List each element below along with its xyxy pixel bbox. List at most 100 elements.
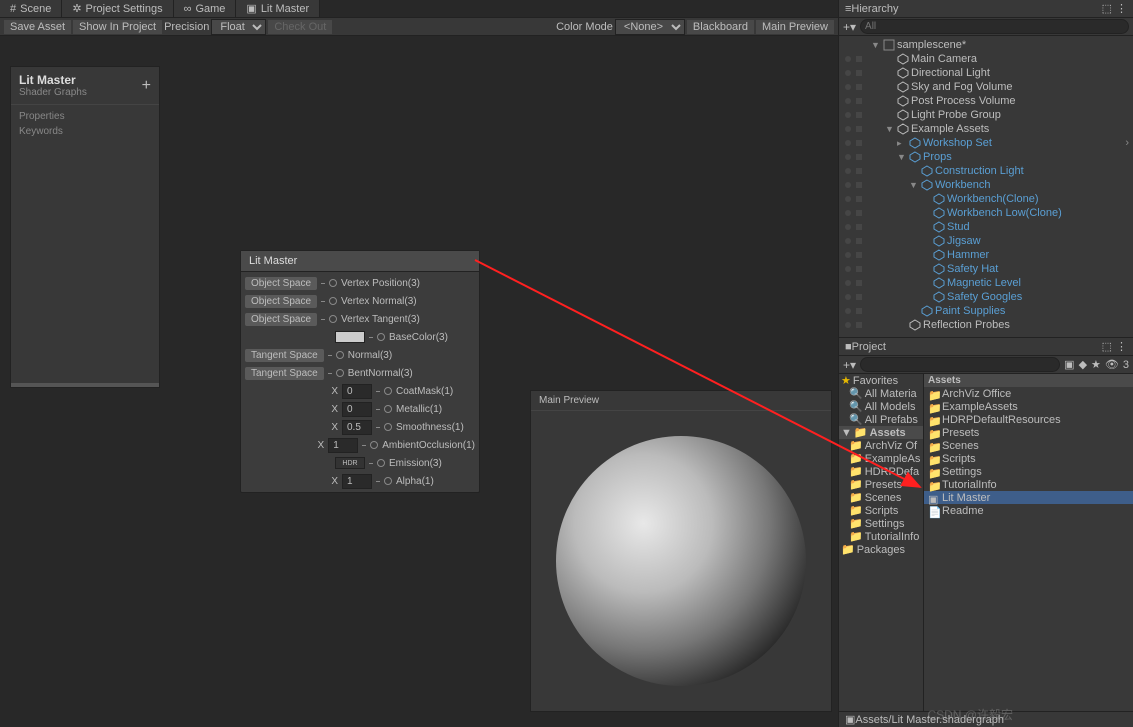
save-search-icon[interactable]: ★ bbox=[1091, 358, 1101, 371]
node-port-normal-[interactable]: Tangent SpaceNormal(3) bbox=[241, 346, 479, 364]
project-folder-favorites[interactable]: ★Favorites bbox=[839, 374, 923, 387]
project-folder-settings[interactable]: 📁Settings bbox=[839, 517, 923, 530]
node-port-vertex-position-[interactable]: Object SpaceVertex Position(3) bbox=[241, 274, 479, 292]
expand-toggle[interactable]: ▸ bbox=[897, 138, 907, 149]
create-button[interactable]: +▾ bbox=[843, 20, 856, 34]
input-port[interactable] bbox=[384, 477, 392, 485]
hierarchy-item-construction-light[interactable]: Construction Light bbox=[839, 164, 1133, 178]
hierarchy-item-main-camera[interactable]: Main Camera bbox=[839, 52, 1133, 66]
project-asset-scenes[interactable]: 📁Scenes bbox=[924, 439, 1133, 452]
hierarchy-item-paint-supplies[interactable]: Paint Supplies bbox=[839, 304, 1133, 318]
input-port[interactable] bbox=[377, 333, 385, 341]
node-port-emission-[interactable]: HDREmission(3) bbox=[241, 454, 479, 472]
project-folder-all-prefabs[interactable]: 🔍All Prefabs bbox=[839, 413, 923, 426]
input-port[interactable] bbox=[329, 279, 337, 287]
project-folder-tutorialinfo[interactable]: 📁TutorialInfo bbox=[839, 530, 923, 543]
hierarchy-item-safety-googles[interactable]: Safety Googles bbox=[839, 290, 1133, 304]
hierarchy-tree[interactable]: ▼samplescene*Main CameraDirectional Ligh… bbox=[839, 36, 1133, 337]
project-asset-settings[interactable]: 📁Settings bbox=[924, 465, 1133, 478]
input-port[interactable] bbox=[384, 405, 392, 413]
expand-toggle[interactable]: ▼ bbox=[885, 124, 895, 134]
project-asset-exampleassets[interactable]: 📁ExampleAssets bbox=[924, 400, 1133, 413]
project-search-input[interactable] bbox=[860, 357, 1060, 372]
hierarchy-item-samplescene-[interactable]: ▼samplescene* bbox=[839, 38, 1133, 52]
node-port-coatmask-[interactable]: X0CoatMask(1) bbox=[241, 382, 479, 400]
color-field[interactable] bbox=[335, 331, 365, 343]
hdr-color-field[interactable]: HDR bbox=[335, 457, 365, 469]
expand-toggle[interactable]: ▼ bbox=[897, 152, 907, 162]
hierarchy-item-hammer[interactable]: Hammer bbox=[839, 248, 1133, 262]
hierarchy-item-jigsaw[interactable]: Jigsaw bbox=[839, 234, 1133, 248]
project-asset-tutorialinfo[interactable]: 📁TutorialInfo bbox=[924, 478, 1133, 491]
project-folder-archviz-of[interactable]: 📁ArchViz Of bbox=[839, 439, 923, 452]
project-menu-icon[interactable]: ⋮ bbox=[1116, 340, 1127, 353]
project-asset-archviz-office[interactable]: 📁ArchViz Office bbox=[924, 387, 1133, 400]
input-port[interactable] bbox=[377, 459, 385, 467]
input-port[interactable] bbox=[370, 441, 378, 449]
node-port-ambientocclusion-[interactable]: X1AmbientOcclusion(1) bbox=[241, 436, 479, 454]
lit-master-node[interactable]: Lit Master Object SpaceVertex Position(3… bbox=[240, 250, 480, 493]
project-lock-icon[interactable]: ⬚ bbox=[1102, 340, 1112, 353]
project-asset-presets[interactable]: 📁Presets bbox=[924, 426, 1133, 439]
project-folder-exampleas[interactable]: 📁ExampleAs bbox=[839, 452, 923, 465]
blackboard-panel[interactable]: Lit Master Shader Graphs + PropertiesKey… bbox=[10, 66, 160, 388]
tab-scene[interactable]: #Scene bbox=[0, 0, 62, 17]
value-field[interactable]: 0 bbox=[342, 402, 372, 417]
hierarchy-item-directional-light[interactable]: Directional Light bbox=[839, 66, 1133, 80]
space-dropdown[interactable]: Tangent Space bbox=[245, 367, 324, 380]
blackboard-resize-handle[interactable] bbox=[11, 383, 159, 387]
node-port-vertex-tangent-[interactable]: Object SpaceVertex Tangent(3) bbox=[241, 310, 479, 328]
project-folder-scenes[interactable]: 📁Scenes bbox=[839, 491, 923, 504]
check-out-button[interactable]: Check Out bbox=[268, 20, 332, 34]
space-dropdown[interactable]: Object Space bbox=[245, 295, 317, 308]
node-port-smoothness-[interactable]: X0.5Smoothness(1) bbox=[241, 418, 479, 436]
search-by-type-icon[interactable]: ▣ bbox=[1064, 358, 1074, 371]
value-field[interactable]: 0.5 bbox=[342, 420, 372, 435]
project-create-button[interactable]: +▾ bbox=[843, 358, 856, 372]
hidden-packages-icon[interactable]: 👁 bbox=[1105, 358, 1119, 371]
tab-project-settings[interactable]: ✲Project Settings bbox=[62, 0, 173, 17]
blackboard-section-properties[interactable]: Properties bbox=[19, 109, 151, 124]
project-asset-lit-master[interactable]: ▣Lit Master bbox=[924, 491, 1133, 504]
node-port-bentnormal-[interactable]: Tangent SpaceBentNormal(3) bbox=[241, 364, 479, 382]
expand-toggle[interactable]: ▼ bbox=[909, 180, 919, 190]
node-port-vertex-normal-[interactable]: Object SpaceVertex Normal(3) bbox=[241, 292, 479, 310]
input-port[interactable] bbox=[336, 351, 344, 359]
space-dropdown[interactable]: Tangent Space bbox=[245, 349, 324, 362]
input-port[interactable] bbox=[384, 387, 392, 395]
hierarchy-item-light-probe-group[interactable]: Light Probe Group bbox=[839, 108, 1133, 122]
preview-viewport[interactable] bbox=[531, 411, 831, 711]
main-preview-panel[interactable]: Main Preview bbox=[530, 390, 832, 712]
input-port[interactable] bbox=[336, 369, 344, 377]
hierarchy-item-sky-and-fog-volume[interactable]: Sky and Fog Volume bbox=[839, 80, 1133, 94]
node-port-metallic-[interactable]: X0Metallic(1) bbox=[241, 400, 479, 418]
project-asset-scripts[interactable]: 📁Scripts bbox=[924, 452, 1133, 465]
project-folder-hdrpdefa[interactable]: 📁HDRPDefa bbox=[839, 465, 923, 478]
input-port[interactable] bbox=[329, 297, 337, 305]
hierarchy-item-post-process-volume[interactable]: Post Process Volume bbox=[839, 94, 1133, 108]
hierarchy-item-workbench[interactable]: ▼Workbench bbox=[839, 178, 1133, 192]
tab-lit-master[interactable]: ▣Lit Master bbox=[236, 0, 320, 17]
node-port-basecolor-[interactable]: BaseColor(3) bbox=[241, 328, 479, 346]
save-asset-button[interactable]: Save Asset bbox=[4, 20, 71, 34]
space-dropdown[interactable]: Object Space bbox=[245, 313, 317, 326]
hierarchy-item-magnetic-level[interactable]: Magnetic Level bbox=[839, 276, 1133, 290]
hierarchy-item-workshop-set[interactable]: ▸Workshop Set› bbox=[839, 136, 1133, 150]
main-preview-toggle[interactable]: Main Preview bbox=[756, 20, 834, 34]
shader-graph-canvas[interactable]: Lit Master Shader Graphs + PropertiesKey… bbox=[0, 36, 838, 727]
project-asset-hdrpdefaultresources[interactable]: 📁HDRPDefaultResources bbox=[924, 413, 1133, 426]
tab-game[interactable]: ∞Game bbox=[174, 0, 237, 17]
blackboard-section-keywords[interactable]: Keywords bbox=[19, 124, 151, 139]
project-asset-list[interactable]: Assets📁ArchViz Office📁ExampleAssets📁HDRP… bbox=[924, 374, 1133, 711]
hierarchy-item-reflection-probes[interactable]: Reflection Probes bbox=[839, 318, 1133, 332]
hierarchy-search-input[interactable] bbox=[860, 19, 1129, 34]
space-dropdown[interactable]: Object Space bbox=[245, 277, 317, 290]
hierarchy-item-safety-hat[interactable]: Safety Hat bbox=[839, 262, 1133, 276]
add-property-button[interactable]: + bbox=[142, 77, 151, 95]
search-by-label-icon[interactable]: ◆ bbox=[1079, 358, 1087, 371]
show-in-project-button[interactable]: Show In Project bbox=[73, 20, 162, 34]
value-field[interactable]: 1 bbox=[342, 474, 372, 489]
hierarchy-item-props[interactable]: ▼Props bbox=[839, 150, 1133, 164]
project-folder-tree[interactable]: ★Favorites🔍All Materia🔍All Models🔍All Pr… bbox=[839, 374, 924, 711]
expand-toggle[interactable]: ▼ bbox=[871, 40, 881, 50]
